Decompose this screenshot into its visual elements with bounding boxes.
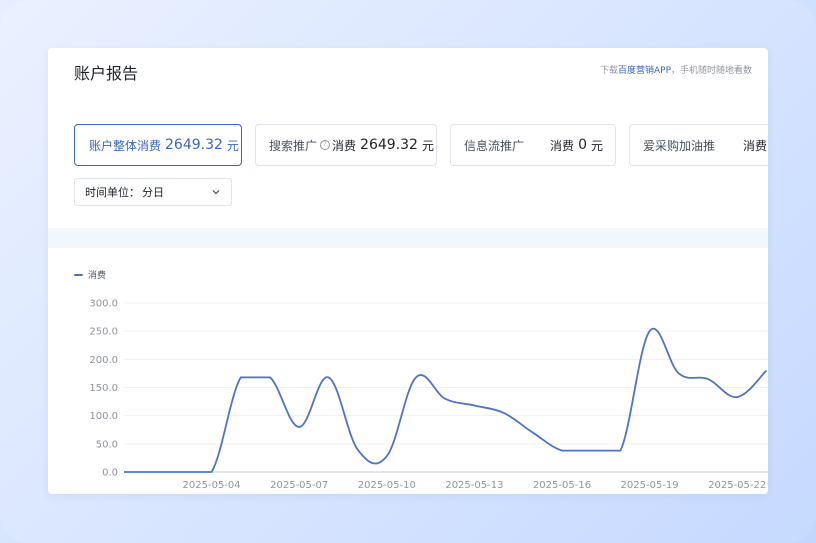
y-tick-label: 200.0	[89, 355, 118, 366]
spend-line-chart: 0.0 50.0 100.0 150.0 200.0 250.0 300.0 2025-05-…	[89, 299, 768, 491]
x-tick-label: 2025-05-16	[533, 480, 591, 491]
y-tick-label: 100.0	[89, 411, 118, 422]
y-tick-label: 150.0	[89, 383, 118, 394]
account-report-panel: 账户报告 下载百度营销APP，手机随时随地看数 账户整体消费 2649.32 元…	[48, 48, 768, 494]
x-tick-label: 2025-05-22	[708, 480, 766, 491]
x-tick-label: 2025-05-07	[270, 480, 328, 491]
x-tick-label: 2025-05-19	[621, 480, 679, 491]
x-tick-label: 2025-05-04	[183, 480, 241, 491]
y-tick-label: 250.0	[89, 327, 118, 338]
y-tick-label: 0.0	[102, 468, 118, 479]
screenshot-frame: 账户报告 下载百度营销APP，手机随时随地看数 账户整体消费 2649.32 元…	[0, 0, 816, 543]
y-tick-label: 300.0	[89, 299, 118, 310]
x-tick-label: 2025-05-10	[358, 480, 416, 491]
y-tick-label: 50.0	[96, 439, 118, 450]
x-tick-label: 2025-05-13	[445, 480, 503, 491]
